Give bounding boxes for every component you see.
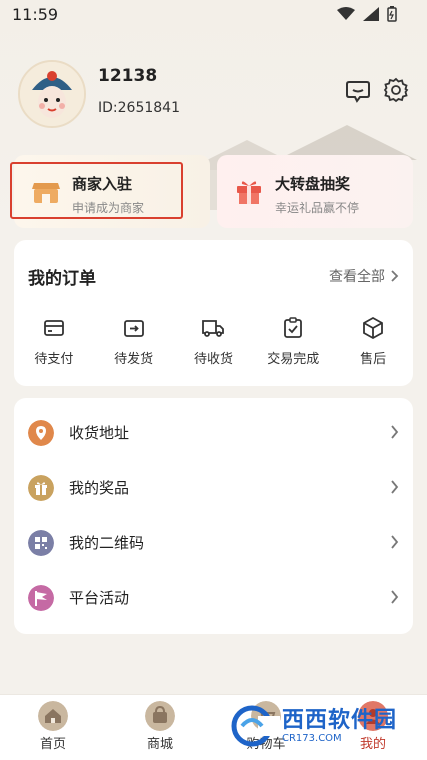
status-time: 11:59 <box>12 5 59 24</box>
shop-bag-icon <box>145 701 175 731</box>
menu-item-label: 我的奖品 <box>69 479 130 497</box>
username: 12138 <box>98 66 158 86</box>
watermark-text: 西西软件园 CR173.COM <box>282 707 398 744</box>
menu-item-label: 我的二维码 <box>69 534 145 552</box>
order-completed[interactable]: 交易完成 <box>258 316 328 367</box>
chevron-right-icon <box>391 590 399 604</box>
order-status-list: 待支付 待发货 待收货 交易完成 售后 <box>14 316 413 367</box>
service-menu-card: 收货地址 我的奖品 我的二维码 平台活动 <box>14 398 413 634</box>
menu-item-label: 平台活动 <box>69 589 130 607</box>
order-item-label: 待支付 <box>34 352 74 367</box>
view-all-orders-link[interactable]: 查看全部 <box>329 266 399 286</box>
order-pending-shipment[interactable]: 待发货 <box>99 316 169 367</box>
wifi-icon <box>337 7 355 20</box>
user-id: ID:2651841 <box>98 100 180 116</box>
view-all-label: 查看全部 <box>329 269 385 285</box>
package-icon <box>363 316 383 340</box>
order-pending-receipt[interactable]: 待收货 <box>178 316 248 367</box>
status-icons <box>337 6 397 22</box>
settings-button[interactable] <box>383 77 409 103</box>
clipboard-check-icon <box>284 317 303 338</box>
profile-header: 12138 ID:2651841 <box>18 60 413 128</box>
order-item-label: 交易完成 <box>267 352 320 367</box>
signal-icon <box>363 7 379 21</box>
location-pin-icon <box>28 420 54 446</box>
my-orders-card: 我的订单 查看全部 待支付 待发货 待收货 交易完成 售后 <box>14 240 413 386</box>
lottery-card[interactable]: 大转盘抽奖 幸运礼品赢不停 <box>217 155 413 228</box>
lottery-subtitle: 幸运礼品赢不停 <box>275 201 360 215</box>
ship-box-icon <box>123 320 144 337</box>
menu-item-prizes[interactable]: 我的奖品 <box>14 461 413 515</box>
order-item-label: 待发货 <box>114 352 154 367</box>
message-button[interactable] <box>345 78 371 104</box>
message-icon <box>346 81 370 103</box>
watermark-sub-text: CR173.COM <box>282 732 342 744</box>
menu-item-activities[interactable]: 平台活动 <box>14 571 413 625</box>
merchant-highlight-frame <box>10 162 183 219</box>
qr-code-icon <box>28 530 54 556</box>
menu-item-address[interactable]: 收货地址 <box>14 406 413 460</box>
order-item-label: 待收货 <box>193 352 233 367</box>
tab-home[interactable]: 首页 <box>23 701 83 752</box>
menu-item-qr-code[interactable]: 我的二维码 <box>14 516 413 570</box>
order-after-sales[interactable]: 售后 <box>338 316 408 367</box>
order-pending-payment[interactable]: 待支付 <box>19 316 89 367</box>
status-bar: 11:59 <box>0 0 427 30</box>
opera-mask-avatar-icon <box>20 62 84 126</box>
tab-label: 首页 <box>39 737 66 752</box>
truck-icon <box>202 320 225 337</box>
lottery-title: 大转盘抽奖 <box>275 175 351 193</box>
home-icon <box>38 701 68 731</box>
chevron-right-icon <box>391 270 399 282</box>
orders-title: 我的订单 <box>28 269 96 289</box>
watermark-logo-icon <box>231 705 280 747</box>
chevron-right-icon <box>391 480 399 494</box>
tab-mall[interactable]: 商城 <box>130 701 190 752</box>
gift-icon <box>28 475 54 501</box>
flag-icon <box>28 585 54 611</box>
site-watermark: 西西软件园 CR173.COM <box>228 702 410 750</box>
gear-icon <box>383 77 409 103</box>
watermark-main-text: 西西软件园 <box>282 707 398 733</box>
tab-label: 商城 <box>146 737 173 752</box>
chevron-right-icon <box>391 425 399 439</box>
avatar[interactable] <box>18 60 86 128</box>
chevron-right-icon <box>391 535 399 549</box>
wallet-icon <box>43 320 64 336</box>
gift-icon <box>237 181 261 204</box>
menu-item-label: 收货地址 <box>69 424 130 442</box>
order-item-label: 售后 <box>360 352 387 367</box>
battery-icon <box>387 6 397 22</box>
